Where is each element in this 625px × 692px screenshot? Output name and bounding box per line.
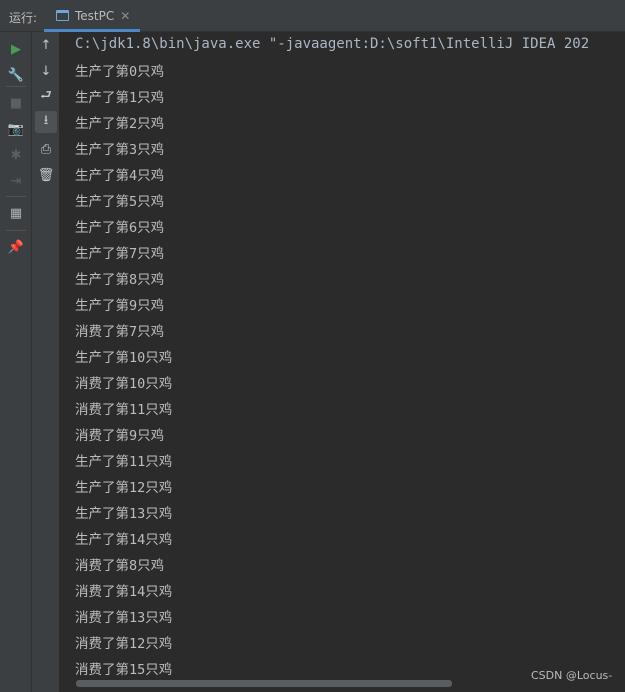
console-line: 消费了第11只鸡 [75,402,173,418]
tab-label: TestPC [75,8,115,23]
console-line: 生产了第0只鸡 [75,64,165,80]
scroll-to-end-icon[interactable]: ⭳ [35,111,57,133]
trash-icon[interactable]: 🗑 [35,164,57,186]
exit-icon[interactable]: ⇥ [5,170,27,192]
arrow-down-icon[interactable]: ↓ [35,60,57,82]
bug-icon[interactable]: ✱ [5,144,27,166]
console-line: 生产了第8只鸡 [75,272,165,288]
run-toolbar: ▶ 🔧 ■ 📷 ✱ ⇥ ▦ 📌 [0,32,32,692]
console-line: 生产了第11只鸡 [75,454,173,470]
soft-wrap-icon[interactable]: ⮐ [35,86,57,108]
print-icon[interactable]: ⎙ [35,138,57,160]
run-tool-window-header: 运行: TestPC ✕ [0,0,625,32]
console-line: 消费了第14只鸡 [75,584,173,600]
console-line: 生产了第10只鸡 [75,350,173,366]
console-line: 生产了第9只鸡 [75,298,165,314]
toolbar-separator [6,86,26,87]
pin-icon[interactable]: 📌 [5,236,27,258]
horizontal-scrollbar[interactable] [76,680,452,687]
console-line: 生产了第7只鸡 [75,246,165,262]
command-line: C:\jdk1.8\bin\java.exe "-javaagent:D:\so… [75,36,590,52]
console-line: 生产了第5只鸡 [75,194,165,210]
console-toolbar: ↑ ↓ ⮐ ⭳ ⎙ 🗑 [32,32,60,692]
console-line: 生产了第14只鸡 [75,532,173,548]
console-line: 消费了第9只鸡 [75,428,165,444]
console-line: 生产了第1只鸡 [75,90,165,106]
run-config-icon [56,10,69,21]
console-line: 消费了第8只鸡 [75,558,165,574]
console-line: 消费了第10只鸡 [75,376,173,392]
watermark: CSDN @Locus- [531,669,613,682]
toolbar-separator [6,230,26,231]
console-line: 生产了第12只鸡 [75,480,173,496]
tab-testpc[interactable]: TestPC ✕ [44,2,140,32]
camera-icon[interactable]: 📷 [5,118,27,140]
console-line: 生产了第6只鸡 [75,220,165,236]
console-line: 消费了第15只鸡 [75,662,173,678]
console-line: 生产了第3只鸡 [75,142,165,158]
stop-icon[interactable]: ■ [5,92,27,114]
run-label: 运行: [9,11,38,25]
console-line: 消费了第12只鸡 [75,636,173,652]
console-line: 生产了第2只鸡 [75,116,165,132]
layout-icon[interactable]: ▦ [5,202,27,224]
console-line: 生产了第13只鸡 [75,506,173,522]
run-icon[interactable]: ▶ [5,38,27,60]
console-line: 生产了第4只鸡 [75,168,165,184]
console-line: 消费了第7只鸡 [75,324,165,340]
arrow-up-icon[interactable]: ↑ [35,34,57,56]
close-icon[interactable]: ✕ [120,9,130,23]
console-line: 消费了第13只鸡 [75,610,173,626]
wrench-icon[interactable]: 🔧 [5,64,27,86]
console-output[interactable]: C:\jdk1.8\bin\java.exe "-javaagent:D:\so… [61,32,625,692]
toolbar-separator [6,196,26,197]
